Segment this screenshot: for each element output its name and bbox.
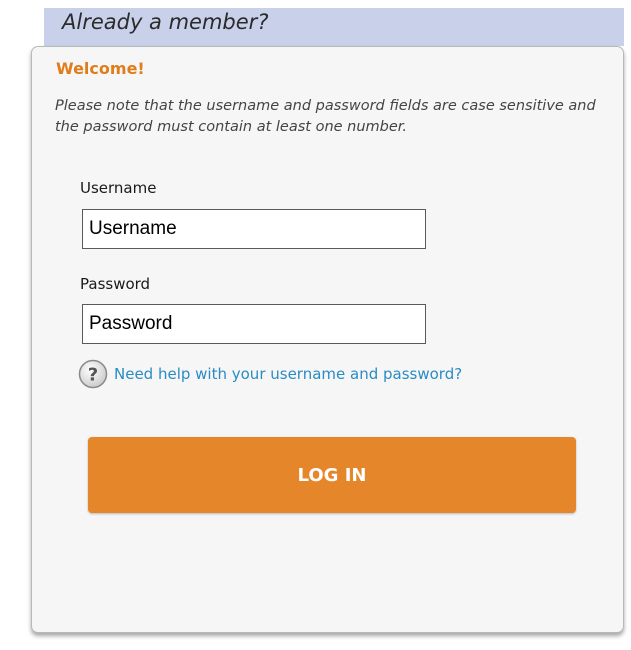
question-mark-icon[interactable]: ? — [78, 359, 108, 389]
help-row: ? Need help with your username and passw… — [78, 359, 462, 389]
welcome-heading: Welcome! — [56, 59, 145, 78]
help-link[interactable]: Need help with your username and passwor… — [114, 365, 462, 383]
username-input[interactable] — [82, 209, 426, 249]
username-label: Username — [80, 179, 157, 197]
password-label: Password — [80, 275, 151, 293]
case-sensitivity-note: Please note that the username and passwo… — [55, 98, 596, 135]
login-panel: Welcome! Please note that the username a… — [31, 46, 624, 633]
password-input[interactable] — [82, 304, 426, 344]
login-button[interactable]: LOG IN — [88, 437, 576, 513]
svg-text:?: ? — [88, 365, 98, 386]
header-title: Already a member? — [62, 10, 269, 34]
